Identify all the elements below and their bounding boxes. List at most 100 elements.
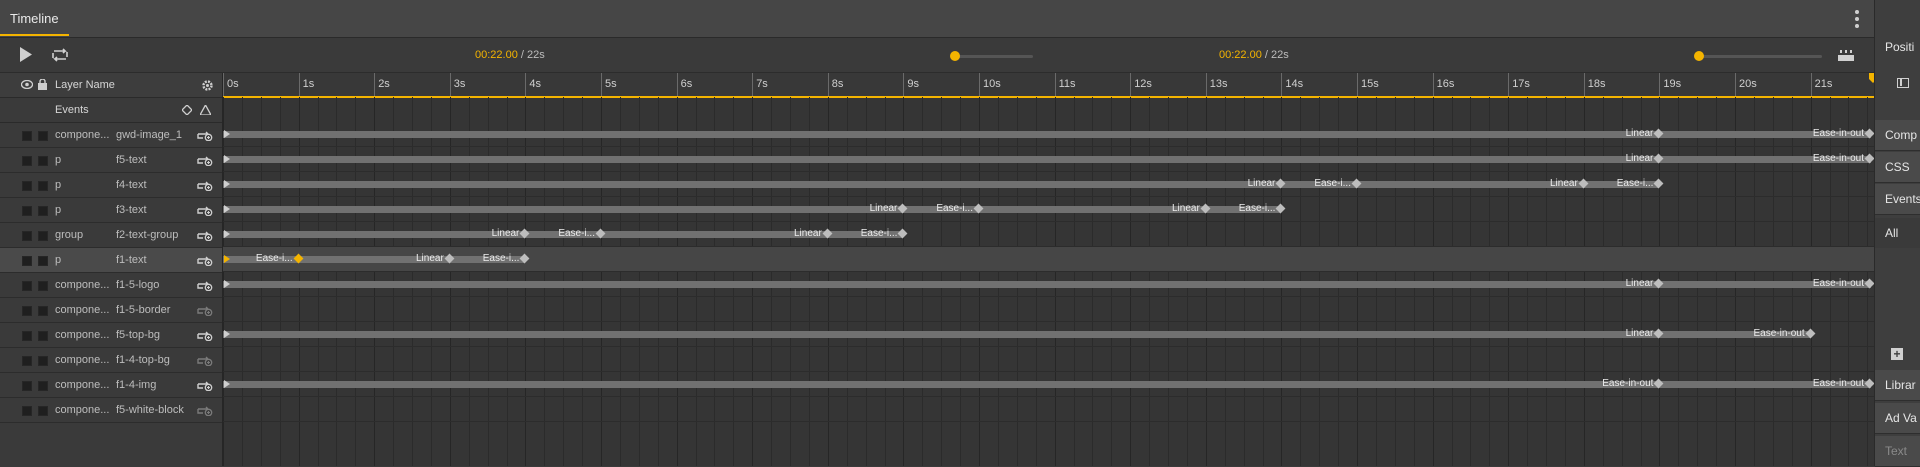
start-keyframe-icon[interactable]: [224, 130, 230, 138]
track-row[interactable]: Linear Ease-i... Linear Ease-i...: [223, 222, 1874, 247]
add-animation-icon[interactable]: [197, 404, 213, 416]
side-panel-item[interactable]: Ad Va: [1875, 403, 1920, 434]
layer-row[interactable]: group f2-text-group: [0, 223, 222, 248]
lock-toggle[interactable]: [38, 181, 48, 191]
track-row[interactable]: Linear Ease-in-out: [223, 147, 1874, 172]
lock-toggle[interactable]: [38, 331, 48, 341]
zoom-slider-2[interactable]: [1694, 51, 1822, 61]
track-row[interactable]: [223, 397, 1874, 422]
visibility-toggle[interactable]: [22, 206, 32, 216]
side-panel-item[interactable]: CSS: [1875, 152, 1920, 183]
lock-toggle[interactable]: [38, 406, 48, 416]
visibility-toggle[interactable]: [22, 381, 32, 391]
track-row[interactable]: [223, 297, 1874, 322]
add-animation-icon[interactable]: [197, 254, 213, 266]
visibility-toggle[interactable]: [22, 131, 32, 141]
start-keyframe-icon[interactable]: [224, 255, 230, 263]
animation-bar[interactable]: [223, 281, 1871, 288]
add-keyframe-icon[interactable]: [182, 105, 192, 115]
layer-row[interactable]: compone... f5-top-bg: [0, 323, 222, 348]
layer-row[interactable]: compone... f1-5-border: [0, 298, 222, 323]
animation-bar[interactable]: [223, 206, 1282, 213]
more-menu-icon[interactable]: [1855, 10, 1859, 28]
start-keyframe-icon[interactable]: [224, 230, 230, 238]
add-animation-icon[interactable]: [197, 179, 213, 191]
side-panel-item[interactable]: Librar: [1875, 370, 1920, 401]
track-row[interactable]: Linear Ease-in-out: [223, 272, 1874, 297]
layer-row[interactable]: compone... gwd-image_1: [0, 123, 222, 148]
layer-row[interactable]: p f1-text: [0, 248, 222, 273]
lock-toggle[interactable]: [38, 131, 48, 141]
animation-bar[interactable]: [223, 156, 1871, 163]
layer-row[interactable]: p f3-text: [0, 198, 222, 223]
layer-row[interactable]: compone... f1-4-img: [0, 373, 222, 398]
visibility-toggle[interactable]: [22, 331, 32, 341]
add-animation-icon[interactable]: [197, 279, 213, 291]
play-icon[interactable]: [20, 47, 32, 62]
add-animation-icon[interactable]: [197, 129, 213, 141]
track-row[interactable]: Linear Ease-i... Linear Ease-i...: [223, 172, 1874, 197]
visibility-toggle[interactable]: [22, 306, 32, 316]
visibility-toggle[interactable]: [22, 406, 32, 416]
visibility-toggle[interactable]: [22, 156, 32, 166]
animation-bar[interactable]: [223, 331, 1811, 338]
start-keyframe-icon[interactable]: [224, 380, 230, 388]
lock-toggle[interactable]: [38, 256, 48, 266]
eye-icon[interactable]: [21, 80, 33, 89]
add-animation-icon[interactable]: [197, 204, 213, 216]
start-keyframe-icon[interactable]: [224, 155, 230, 163]
track-row[interactable]: Linear Ease-in-out: [223, 122, 1874, 147]
lock-toggle[interactable]: [38, 356, 48, 366]
layer-row[interactable]: compone... f1-4-top-bg: [0, 348, 222, 373]
layer-row[interactable]: compone... f5-white-block: [0, 398, 222, 423]
layer-row[interactable]: p f5-text: [0, 148, 222, 173]
side-panel-item[interactable]: Events: [1875, 184, 1920, 215]
lock-toggle[interactable]: [38, 156, 48, 166]
track-row[interactable]: Ease-i... Linear Ease-i...: [223, 247, 1874, 272]
lock-toggle[interactable]: [38, 306, 48, 316]
layout-toggle-icon[interactable]: [1897, 78, 1909, 88]
lock-toggle[interactable]: [38, 381, 48, 391]
layer-type: compone...: [55, 379, 110, 391]
side-panel-item[interactable]: Positi: [1875, 32, 1920, 62]
zoom-slider-2-knob[interactable]: [1694, 51, 1704, 61]
track-row[interactable]: Linear Ease-i... Linear Ease-i...: [223, 197, 1874, 222]
visibility-toggle[interactable]: [22, 281, 32, 291]
add-animation-icon[interactable]: [197, 379, 213, 391]
side-panel-item[interactable]: Comp: [1875, 120, 1920, 151]
visibility-toggle[interactable]: [22, 181, 32, 191]
lock-toggle[interactable]: [38, 281, 48, 291]
start-keyframe-icon[interactable]: [224, 205, 230, 213]
gear-icon[interactable]: [201, 79, 214, 92]
side-panel-item[interactable]: All: [1875, 218, 1920, 248]
add-icon[interactable]: +: [1891, 348, 1903, 360]
side-panel-item[interactable]: Text: [1875, 436, 1920, 467]
animation-bar[interactable]: [223, 131, 1871, 138]
lock-toggle[interactable]: [38, 206, 48, 216]
warning-icon[interactable]: [200, 105, 211, 115]
start-keyframe-icon[interactable]: [224, 180, 230, 188]
add-animation-icon[interactable]: [197, 329, 213, 341]
start-keyframe-icon[interactable]: [224, 280, 230, 288]
timeline-tab[interactable]: Timeline: [0, 0, 69, 36]
track-row[interactable]: [223, 347, 1874, 372]
timeline-mode-icon[interactable]: [1838, 50, 1854, 61]
layer-row[interactable]: compone... f1-5-logo: [0, 273, 222, 298]
visibility-toggle[interactable]: [22, 231, 32, 241]
add-animation-icon[interactable]: [197, 154, 213, 166]
start-keyframe-icon[interactable]: [224, 330, 230, 338]
visibility-toggle[interactable]: [22, 356, 32, 366]
lock-toggle[interactable]: [38, 231, 48, 241]
zoom-slider[interactable]: [950, 51, 1033, 61]
lock-icon[interactable]: [38, 79, 47, 90]
track-row[interactable]: Ease-in-out Ease-in-out: [223, 372, 1874, 397]
loop-icon[interactable]: [50, 48, 70, 62]
track-row[interactable]: Linear Ease-in-out: [223, 322, 1874, 347]
animation-bar[interactable]: [223, 181, 1660, 188]
add-animation-icon[interactable]: [197, 229, 213, 241]
visibility-toggle[interactable]: [22, 256, 32, 266]
add-animation-icon[interactable]: [197, 304, 213, 316]
layer-row[interactable]: p f4-text: [0, 173, 222, 198]
add-animation-icon[interactable]: [197, 354, 213, 366]
zoom-slider-knob[interactable]: [950, 51, 960, 61]
